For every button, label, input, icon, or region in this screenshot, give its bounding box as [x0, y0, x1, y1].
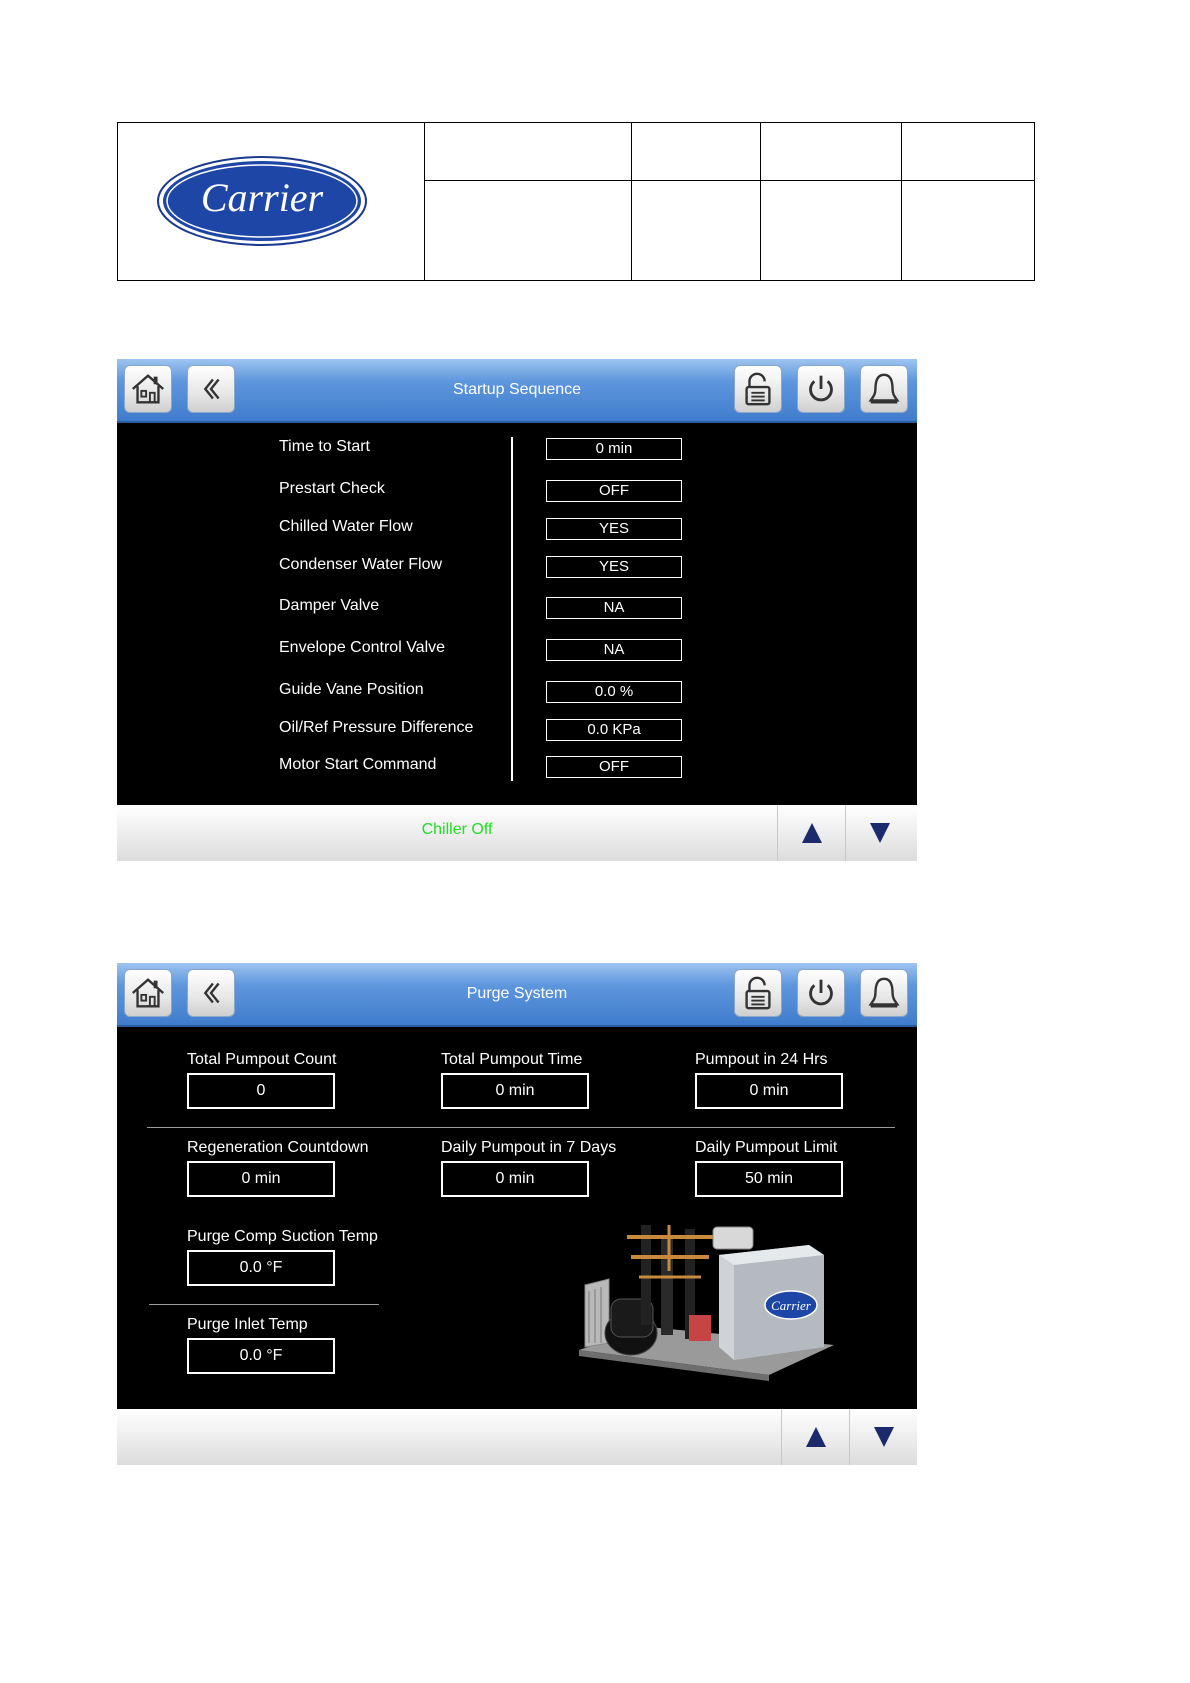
field-label: Total Pumpout Time — [441, 1051, 583, 1068]
top-bar: Purge System — [117, 963, 917, 1027]
row-label: Time to Start — [279, 438, 370, 455]
home-button[interactable] — [124, 365, 172, 413]
alarm-button[interactable] — [860, 969, 908, 1017]
triangle-down-icon — [873, 1427, 894, 1447]
section-divider — [147, 1127, 895, 1128]
logo-cell: Carrier — [117, 122, 425, 281]
daily-pumpout-limit-value: 50 min — [695, 1161, 843, 1197]
row-label: Motor Start Command — [279, 756, 437, 773]
home-icon — [132, 978, 164, 1008]
field-label: Daily Pumpout in 7 Days — [441, 1139, 617, 1156]
purge-unit-image: Carrier — [579, 1225, 834, 1381]
top-bar: Startup Sequence — [117, 359, 917, 423]
header-cell — [424, 122, 632, 181]
field-label: Pumpout in 24 Hrs — [695, 1051, 828, 1068]
home-button[interactable] — [124, 969, 172, 1017]
header-cell — [760, 122, 902, 181]
scroll-up-button[interactable] — [781, 1409, 849, 1465]
envelope-control-valve-value: NA — [546, 639, 682, 661]
header-cell — [631, 122, 761, 181]
login-button[interactable] — [734, 365, 782, 413]
field-label: Purge Inlet Temp — [187, 1316, 308, 1333]
total-pumpout-count-value: 0 — [187, 1073, 335, 1109]
row-label: Prestart Check — [279, 480, 385, 497]
scroll-down-button[interactable] — [849, 1409, 917, 1465]
scroll-up-button[interactable] — [777, 805, 845, 861]
chevron-left-icon — [203, 982, 220, 1004]
condenser-water-flow-value: YES — [546, 556, 682, 578]
purge-inlet-temp-value: 0.0 °F — [187, 1338, 335, 1374]
column-divider — [511, 437, 513, 781]
purge-comp-suction-temp-value: 0.0 °F — [187, 1250, 335, 1286]
motor-start-command-value: OFF — [546, 756, 682, 778]
section-divider — [149, 1304, 379, 1305]
chevron-left-icon — [203, 378, 220, 400]
total-pumpout-time-value: 0 min — [441, 1073, 589, 1109]
screen-title: Startup Sequence — [452, 381, 582, 398]
chilled-water-flow-value: YES — [546, 518, 682, 540]
svg-text:Carrier: Carrier — [771, 1298, 812, 1313]
pumpout-in-24-hrs-value: 0 min — [695, 1073, 843, 1109]
back-button[interactable] — [187, 365, 235, 413]
time-to-start-value: 0 min — [546, 438, 682, 460]
header-cell — [760, 180, 902, 281]
screen-title: Purge System — [466, 985, 568, 1002]
svg-text:Carrier: Carrier — [201, 175, 324, 220]
bell-icon — [868, 373, 900, 404]
row-label: Envelope Control Valve — [279, 639, 446, 656]
triangle-up-icon — [805, 1427, 826, 1447]
row-label: Chilled Water Flow — [279, 518, 413, 535]
bottom-bar: Chiller Off — [117, 805, 917, 861]
login-button[interactable] — [734, 969, 782, 1017]
daily-pumpout-7-days-value: 0 min — [441, 1161, 589, 1197]
header-cell — [901, 122, 1035, 181]
carrier-logo: Carrier — [157, 156, 367, 246]
bell-icon — [868, 977, 900, 1008]
header-cell — [631, 180, 761, 281]
alarm-button[interactable] — [860, 365, 908, 413]
document-header-table: Carrier — [117, 122, 1035, 281]
field-label: Total Pumpout Count — [187, 1051, 337, 1068]
row-label: Oil/Ref Pressure Difference — [279, 719, 474, 736]
guide-vane-position-value: 0.0 % — [546, 681, 682, 703]
power-button[interactable] — [797, 365, 845, 413]
row-label: Condenser Water Flow — [279, 556, 443, 573]
field-label: Regeneration Countdown — [187, 1139, 369, 1156]
chiller-status: Chiller Off — [421, 821, 493, 838]
power-icon — [809, 979, 833, 1006]
padlock-login-icon — [745, 372, 771, 406]
triangle-down-icon — [869, 823, 890, 843]
regeneration-countdown-value: 0 min — [187, 1161, 335, 1197]
header-cell — [424, 180, 632, 281]
scroll-down-button[interactable] — [845, 805, 913, 861]
bottom-bar — [117, 1409, 917, 1465]
field-label: Daily Pumpout Limit — [695, 1139, 838, 1156]
header-cell — [901, 180, 1035, 281]
row-label: Damper Valve — [279, 597, 380, 614]
padlock-login-icon — [745, 976, 771, 1010]
field-label: Purge Comp Suction Temp — [187, 1228, 378, 1245]
prestart-check-value: OFF — [546, 480, 682, 502]
home-icon — [132, 374, 164, 404]
back-button[interactable] — [187, 969, 235, 1017]
power-button[interactable] — [797, 969, 845, 1017]
startup-sequence-screen: Startup Sequence Time to Start 0 min Pre… — [117, 359, 917, 861]
purge-system-screen: Purge System Total Pumpout Count 0 Total… — [117, 963, 917, 1465]
triangle-up-icon — [801, 823, 822, 843]
oil-ref-pressure-difference-value: 0.0 KPa — [546, 719, 682, 741]
row-label: Guide Vane Position — [279, 681, 424, 698]
damper-valve-value: NA — [546, 597, 682, 619]
power-icon — [809, 375, 833, 402]
